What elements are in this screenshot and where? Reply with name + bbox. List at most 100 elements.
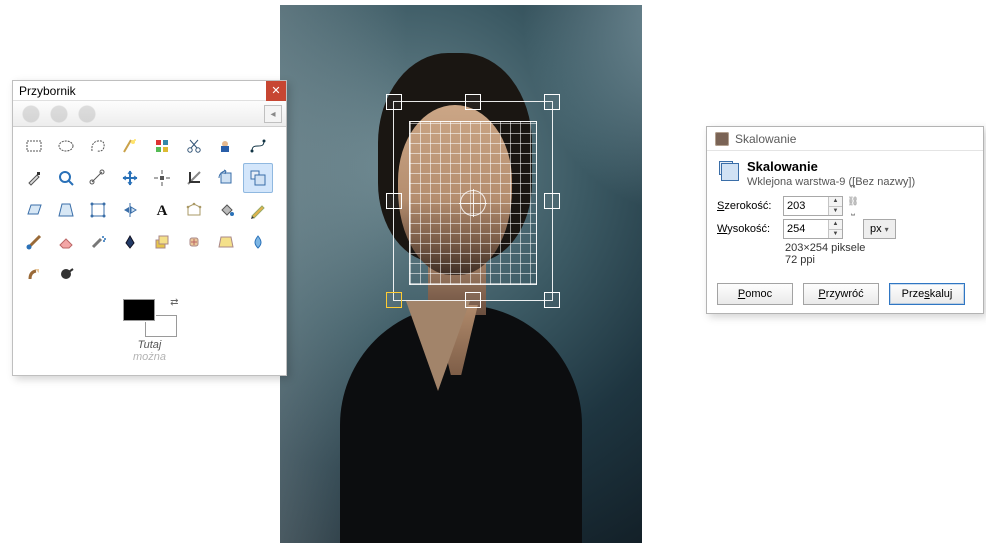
transform-handle-s[interactable]: [465, 292, 481, 308]
crop-icon: [185, 169, 203, 187]
pencil-tool[interactable]: [243, 195, 273, 225]
move-tool[interactable]: [115, 163, 145, 193]
fuzzy-select-tool[interactable]: [115, 131, 145, 161]
height-step-up[interactable]: ▲: [828, 220, 842, 230]
toolbox-configure-button[interactable]: ◂: [264, 105, 282, 123]
scissors-select-tool[interactable]: [179, 131, 209, 161]
eraser-tool[interactable]: [51, 227, 81, 257]
reset-button[interactable]: Przywróć: [803, 283, 879, 305]
toolbox-panel: Przybornik ✕ ◂ A ⇄ Tutaj można: [12, 80, 287, 376]
perspective-clone-tool[interactable]: [211, 227, 241, 257]
by-color-select-tool[interactable]: [147, 131, 177, 161]
airbrush-tool[interactable]: [83, 227, 113, 257]
cage-icon: [185, 201, 203, 219]
scale-heading: Skalowanie: [747, 159, 915, 174]
ink-tool[interactable]: [115, 227, 145, 257]
close-button[interactable]: ✕: [266, 81, 286, 101]
color-swatch[interactable]: ⇄: [123, 299, 177, 337]
perspective-tool[interactable]: [51, 195, 81, 225]
scale-dialog-titlebar[interactable]: Skalowanie: [707, 127, 983, 151]
height-input[interactable]: [784, 220, 828, 238]
height-label: Wysokość:: [717, 223, 779, 235]
clone-tool[interactable]: [147, 227, 177, 257]
pixel-dimensions: 203×254 piksele: [717, 242, 973, 254]
toolbox-titlebar[interactable]: Przybornik ✕: [13, 81, 286, 101]
pencil-icon: [249, 201, 267, 219]
scale-dialog-buttons: Pomoc Przywróć Przeskaluj: [707, 283, 983, 305]
align-tool[interactable]: [147, 163, 177, 193]
ellipse-select-icon: [57, 137, 75, 155]
tool-grid: A: [13, 127, 286, 291]
rotate-tool[interactable]: [211, 163, 241, 193]
width-step-down[interactable]: ▼: [828, 207, 842, 216]
scale-tool[interactable]: [243, 163, 273, 193]
color-picker-tool[interactable]: [19, 163, 49, 193]
zoom-tool[interactable]: [51, 163, 81, 193]
crop-tool[interactable]: [179, 163, 209, 193]
scale-dialog-favicon-icon: [715, 132, 729, 146]
transform-handle-e[interactable]: [544, 193, 560, 209]
transform-handle-se[interactable]: [544, 292, 560, 308]
blur-tool[interactable]: [243, 227, 273, 257]
measure-tool[interactable]: [83, 163, 113, 193]
width-input[interactable]: [784, 197, 828, 215]
width-spinbox[interactable]: ▲ ▼: [783, 196, 843, 216]
link-chain-icon[interactable]: ⎴⛓⎵: [847, 187, 859, 227]
zoom-icon: [57, 169, 75, 187]
ellipse-select-tool[interactable]: [51, 131, 81, 161]
clone-icon: [153, 233, 171, 251]
foreground-color[interactable]: [123, 299, 155, 321]
height-step-down[interactable]: ▼: [828, 230, 842, 239]
cage-tool[interactable]: [179, 195, 209, 225]
bucket-fill-tool[interactable]: [211, 195, 241, 225]
unit-label: px: [870, 223, 882, 235]
measure-icon: [89, 169, 107, 187]
paths-tool[interactable]: [243, 131, 273, 161]
move-icon: [121, 169, 139, 187]
svg-text:A: A: [157, 203, 168, 219]
shear-tool[interactable]: [19, 195, 49, 225]
image-canvas[interactable]: [280, 5, 642, 543]
paintbrush-tool[interactable]: [19, 227, 49, 257]
scale-dialog-title: Skalowanie: [735, 132, 796, 146]
swap-colors-icon[interactable]: ⇄: [170, 297, 178, 308]
scale-dialog-body: Szerokość: ▲ ▼ ⎴⛓⎵ Wysokość: ▲ ▼: [707, 190, 983, 268]
height-spinbox[interactable]: ▲ ▼: [783, 219, 843, 239]
chevron-left-icon: ◂: [270, 109, 275, 120]
airbrush-icon: [89, 233, 107, 251]
paintbrush-icon: [25, 233, 43, 251]
transform-handle-w[interactable]: [386, 193, 402, 209]
text-tool[interactable]: A: [147, 195, 177, 225]
transform-handle-n[interactable]: [465, 94, 481, 110]
scale-layer-name: Wklejona warstwa-9 ([Bez nazwy]): [747, 176, 915, 188]
rect-select-icon: [25, 137, 43, 155]
shear-icon: [25, 201, 43, 219]
paths-icon: [249, 137, 267, 155]
help-button[interactable]: Pomoc: [717, 283, 793, 305]
foreground-select-tool[interactable]: [211, 131, 241, 161]
width-step-up[interactable]: ▲: [828, 197, 842, 207]
unified-transform-tool[interactable]: [83, 195, 113, 225]
transform-handle-sw[interactable]: [386, 292, 402, 308]
color-picker-icon: [25, 169, 43, 187]
rotate-icon: [217, 169, 235, 187]
unit-select[interactable]: px ▾: [863, 219, 896, 239]
width-label: Szerokość:: [717, 200, 779, 212]
dodge-tool[interactable]: [51, 259, 81, 289]
transform-handle-ne[interactable]: [544, 94, 560, 110]
blur-icon: [249, 233, 267, 251]
toolbox-tab-icons: [21, 104, 221, 124]
toolbox-tabstrip: ◂: [13, 101, 286, 127]
transform-handle-nw[interactable]: [386, 94, 402, 110]
heal-tool[interactable]: [179, 227, 209, 257]
flip-tool[interactable]: [115, 195, 145, 225]
scale-icon: [249, 169, 267, 187]
free-select-tool[interactable]: [83, 131, 113, 161]
scale-icon: [717, 159, 739, 181]
rect-select-tool[interactable]: [19, 131, 49, 161]
scale-button[interactable]: Przeskaluj: [889, 283, 965, 305]
scale-dialog: Skalowanie Skalowanie Wklejona warstwa-9…: [706, 126, 984, 314]
fuzzy-select-icon: [121, 137, 139, 155]
perspective-icon: [57, 201, 75, 219]
smudge-tool[interactable]: [19, 259, 49, 289]
